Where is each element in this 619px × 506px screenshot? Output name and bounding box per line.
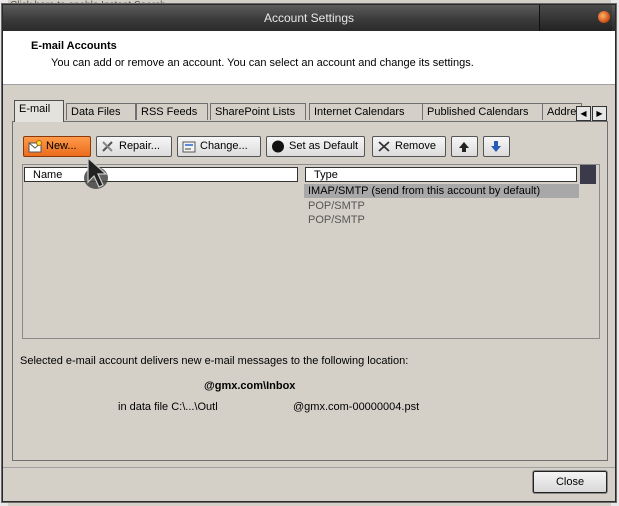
tab-scroll-right-icon[interactable]: ▶: [592, 106, 607, 121]
header-title: E-mail Accounts: [31, 40, 117, 52]
repair-label: Repair...: [119, 140, 160, 152]
tab-scroll-left-icon[interactable]: ◀: [576, 106, 591, 121]
tab-rss-feeds[interactable]: RSS Feeds: [136, 103, 208, 120]
table-row[interactable]: POP/SMTP: [304, 213, 579, 227]
title-bar-controls[interactable]: [539, 5, 612, 31]
window-title: Account Settings: [263, 11, 355, 25]
change-button[interactable]: Change...: [177, 136, 261, 157]
column-header-filler: [580, 165, 596, 184]
footer-divider: [3, 467, 615, 468]
mouse-cursor-icon: [82, 156, 122, 194]
table-row[interactable]: IMAP/SMTP (send from this account by def…: [304, 184, 579, 198]
set-as-default-label: Set as Default: [289, 140, 359, 152]
tab-email[interactable]: E-mail: [14, 100, 64, 122]
header-description: You can add or remove an account. You ca…: [51, 57, 474, 69]
data-file-name: @gmx.com-00000004.pst: [293, 401, 420, 413]
new-account-button[interactable]: New...: [23, 136, 91, 157]
title-bar[interactable]: Account Settings: [3, 5, 615, 31]
tab-sharepoint-lists[interactable]: SharePoint Lists: [210, 103, 306, 120]
table-row[interactable]: POP/SMTP: [304, 199, 579, 213]
close-orb-icon[interactable]: [598, 11, 610, 23]
delivery-inbox-path: @gmx.com\Inbox: [204, 380, 296, 392]
new-account-icon: [28, 140, 42, 153]
remove-button[interactable]: Remove: [372, 136, 446, 157]
change-settings-icon: [182, 140, 196, 153]
tab-internet-calendars[interactable]: Internet Calendars: [309, 103, 423, 120]
remove-label: Remove: [395, 140, 436, 152]
remove-x-icon: [377, 140, 391, 153]
delivery-location-label: Selected e-mail account delivers new e-m…: [20, 355, 409, 367]
dialog-header: E-mail Accounts You can add or remove an…: [3, 31, 615, 85]
set-as-default-button[interactable]: Set as Default: [266, 136, 365, 157]
change-label: Change...: [200, 140, 248, 152]
arrow-down-icon: [489, 140, 503, 153]
tab-data-files[interactable]: Data Files: [66, 103, 136, 120]
column-header-type[interactable]: Type: [305, 167, 577, 182]
new-account-label: New...: [46, 140, 77, 152]
default-check-icon: [271, 140, 285, 153]
move-up-button[interactable]: [451, 136, 478, 157]
repair-tools-icon: [101, 140, 115, 153]
tab-published-calendars[interactable]: Published Calendars: [422, 103, 544, 120]
column-header-name[interactable]: Name: [24, 167, 298, 182]
close-button[interactable]: Close: [533, 471, 607, 493]
data-file-label: in data file C:\...\Outl: [118, 401, 218, 413]
repair-button[interactable]: Repair...: [96, 136, 172, 157]
arrow-up-icon: [457, 140, 471, 153]
move-down-button[interactable]: [483, 136, 510, 157]
